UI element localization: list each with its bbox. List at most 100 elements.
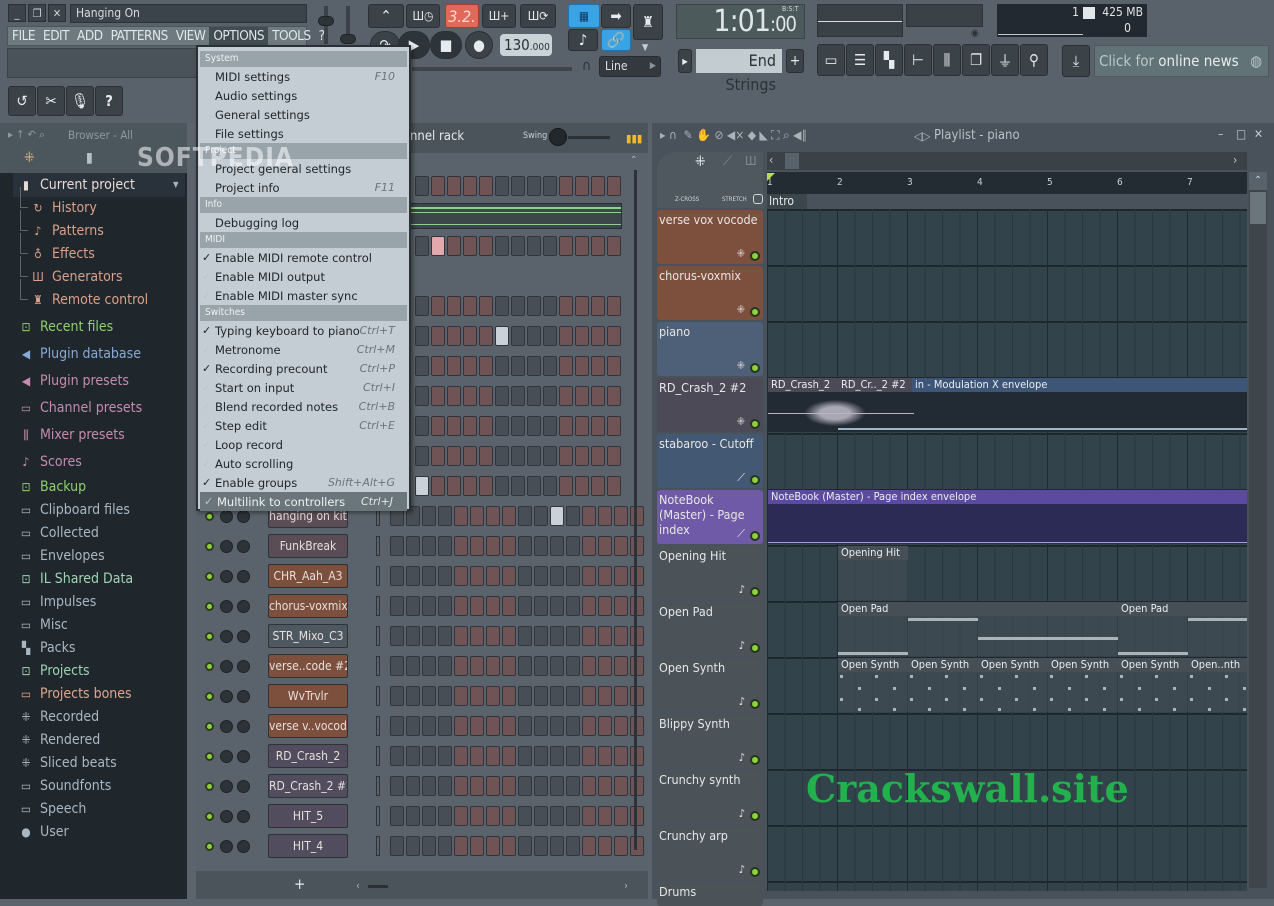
- step-button[interactable]: [454, 776, 468, 796]
- step-button[interactable]: [566, 776, 580, 796]
- channel-mute-led[interactable]: [205, 571, 214, 581]
- pattern-clip-open-synth[interactable]: Open Synth: [978, 658, 1048, 672]
- mixer-track-indicator[interactable]: [376, 596, 380, 616]
- hscroll-handle[interactable]: [785, 153, 799, 169]
- channel-pan-knob[interactable]: [237, 689, 250, 703]
- scroll-right-icon[interactable]: ›: [1233, 153, 1237, 167]
- step-button[interactable]: [415, 176, 429, 196]
- peak-meter[interactable]: [906, 4, 983, 27]
- menu-item-start-on-input[interactable]: ✓ Start on input Ctrl+I: [198, 378, 409, 397]
- step-button[interactable]: [527, 386, 541, 406]
- step-button[interactable]: [463, 416, 477, 436]
- step-button[interactable]: [518, 716, 532, 736]
- step-button[interactable]: [463, 236, 477, 256]
- browser-item-speech[interactable]: ▭ Speech: [18, 798, 87, 820]
- wait-for-input-button[interactable]: Ш◷: [406, 4, 440, 28]
- channel-volume-knob[interactable]: [220, 839, 233, 853]
- step-button[interactable]: [559, 416, 573, 436]
- step-button[interactable]: [614, 776, 628, 796]
- browser-item-current-project[interactable]: ▮ Current project ▼: [18, 174, 179, 196]
- channel-volume-knob[interactable]: [220, 599, 233, 613]
- step-button[interactable]: [518, 686, 532, 706]
- step-button[interactable]: [566, 716, 580, 736]
- channel-pan-knob[interactable]: [237, 839, 250, 853]
- step-button[interactable]: [630, 836, 644, 856]
- swing-slider[interactable]: [568, 136, 610, 139]
- step-button[interactable]: [598, 686, 612, 706]
- track-mute-led[interactable]: [750, 419, 760, 429]
- undo-button[interactable]: ↺: [8, 86, 36, 116]
- step-button[interactable]: [518, 536, 532, 556]
- step-button[interactable]: [495, 446, 509, 466]
- menu-item-audio-settings[interactable]: Audio settings: [198, 86, 409, 105]
- step-button[interactable]: [438, 566, 452, 586]
- step-button[interactable]: [630, 776, 644, 796]
- mixer-track-indicator[interactable]: [376, 656, 380, 676]
- step-button[interactable]: [598, 776, 612, 796]
- step-button[interactable]: [607, 236, 621, 256]
- step-button[interactable]: [527, 416, 541, 436]
- browser-item-patterns[interactable]: ♪ Patterns: [20, 210, 104, 242]
- rack-hscroll-handle[interactable]: [368, 885, 388, 888]
- song-position-mode-button[interactable]: 3.2.: [445, 4, 479, 28]
- channel-name-button[interactable]: verse..code #2: [268, 654, 348, 678]
- pattern-clip-open-synth-body[interactable]: [1048, 672, 1118, 712]
- track-mute-led[interactable]: [750, 699, 760, 709]
- step-button[interactable]: [518, 776, 532, 796]
- step-button[interactable]: [486, 716, 500, 736]
- step-button[interactable]: [559, 446, 573, 466]
- mixer-track-indicator[interactable]: [376, 776, 380, 796]
- channel-volume-knob[interactable]: [220, 569, 233, 583]
- scroll-left-icon[interactable]: ‹: [356, 879, 360, 892]
- step-button[interactable]: [630, 656, 644, 676]
- step-button[interactable]: [415, 356, 429, 376]
- step-button[interactable]: [502, 656, 516, 676]
- channel-name-button[interactable]: RD_Crash_2: [268, 744, 348, 768]
- channel-pan-knob[interactable]: [237, 779, 250, 793]
- playlist-hscroll[interactable]: ‹ ›: [767, 152, 1247, 170]
- step-button[interactable]: [431, 236, 445, 256]
- step-button[interactable]: [486, 536, 500, 556]
- browser-item-impulses[interactable]: ▭ Impulses: [18, 591, 96, 613]
- step-button[interactable]: [390, 806, 404, 826]
- step-button[interactable]: [422, 536, 436, 556]
- track-mute-led[interactable]: [750, 251, 760, 261]
- pattern-clip-opening-hit-body[interactable]: [838, 560, 908, 600]
- channel-name-button[interactable]: verse v..vocode: [268, 714, 348, 738]
- step-button[interactable]: [511, 446, 525, 466]
- audio-clip-rd-crash[interactable]: RD_Crash_2: [768, 378, 838, 392]
- channel-volume-knob[interactable]: [220, 689, 233, 703]
- step-button[interactable]: [566, 626, 580, 646]
- step-button[interactable]: [447, 236, 461, 256]
- step-button[interactable]: [463, 476, 477, 496]
- channel-mute-led[interactable]: [205, 751, 214, 761]
- typing-keyboard-button[interactable]: ▦: [568, 4, 600, 28]
- mixer-button[interactable]: ⫼: [933, 44, 961, 76]
- step-button[interactable]: [406, 656, 420, 676]
- step-button[interactable]: [598, 566, 612, 586]
- menu-options[interactable]: OPTIONS: [209, 27, 269, 45]
- step-button[interactable]: [415, 446, 429, 466]
- step-button[interactable]: [479, 326, 493, 346]
- step-button[interactable]: [486, 686, 500, 706]
- playlist-track-header[interactable]: Opening Hit ♪: [657, 546, 763, 600]
- step-button[interactable]: [575, 356, 589, 376]
- step-button[interactable]: [559, 356, 573, 376]
- step-button[interactable]: [550, 716, 564, 736]
- step-button[interactable]: [550, 686, 564, 706]
- step-button[interactable]: [422, 566, 436, 586]
- mixer-track-indicator[interactable]: [376, 566, 380, 586]
- step-button[interactable]: [511, 476, 525, 496]
- step-button[interactable]: [614, 596, 628, 616]
- step-button[interactable]: [447, 416, 461, 436]
- browser-item-effects[interactable]: ♁ Effects: [20, 233, 95, 265]
- pattern-clip-open-synth[interactable]: Open Synth: [1048, 658, 1118, 672]
- step-button[interactable]: [534, 596, 548, 616]
- step-button[interactable]: [630, 626, 644, 646]
- step-button[interactable]: [415, 326, 429, 346]
- stop-button[interactable]: ■: [430, 31, 462, 59]
- step-button[interactable]: [479, 296, 493, 316]
- step-button[interactable]: [422, 716, 436, 736]
- step-button[interactable]: [511, 176, 525, 196]
- cut-tool-button[interactable]: ✂: [37, 86, 65, 116]
